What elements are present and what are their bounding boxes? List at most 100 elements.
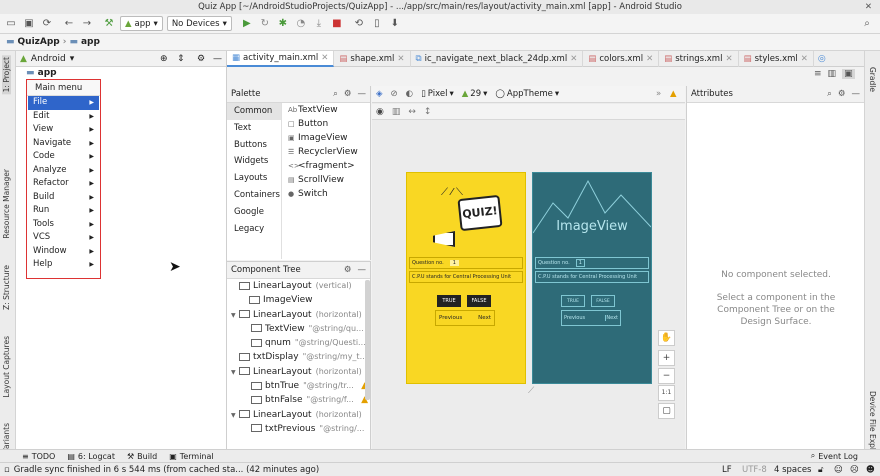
- question-label[interactable]: Question no.: [410, 260, 444, 266]
- tree-row[interactable]: ImageView: [227, 293, 370, 307]
- sync-icon[interactable]: ⟳: [40, 17, 54, 31]
- next-button[interactable]: Next: [478, 315, 494, 321]
- palette-widget[interactable]: ▣ ImageView: [282, 131, 370, 145]
- apply-changes-icon[interactable]: ↻: [258, 17, 272, 31]
- palette-category-layouts[interactable]: Layouts: [227, 170, 281, 187]
- tab-todo[interactable]: ≡ TODO: [22, 452, 55, 461]
- tab-build[interactable]: ⚒ Build: [127, 452, 157, 461]
- hammer-icon[interactable]: ⚒: [102, 17, 116, 31]
- true-button[interactable]: TRUE: [437, 295, 461, 307]
- tab-gradle[interactable]: Gradle: [868, 67, 877, 92]
- run-icon[interactable]: ▶: [240, 17, 254, 31]
- question-num[interactable]: 1: [449, 260, 459, 266]
- smile-icon[interactable]: ☺: [834, 465, 843, 475]
- search-icon[interactable]: ⌕: [860, 17, 874, 31]
- bp-question-label[interactable]: Question no.: [536, 260, 570, 266]
- zoom-actual-icon[interactable]: 1:1: [658, 385, 675, 401]
- minimize-icon[interactable]: —: [358, 265, 367, 275]
- menu-item-code[interactable]: Code ▶: [28, 150, 99, 164]
- tab-event-log[interactable]: ⌕ Event Log: [811, 451, 858, 461]
- night-mode-icon[interactable]: ◐: [406, 89, 413, 99]
- resize-handle-icon[interactable]: ⟋: [528, 386, 534, 396]
- bp-question-text[interactable]: C.P.U stands for Central Processing Unit: [535, 271, 649, 283]
- tree-row[interactable]: LinearLayout (vertical): [227, 279, 370, 293]
- close-icon[interactable]: ✕: [570, 54, 577, 64]
- horizontal-constraint-icon[interactable]: ↔: [408, 107, 416, 117]
- palette-category-widgets[interactable]: Widgets: [227, 153, 281, 170]
- expand-arrow-icon[interactable]: ▼: [231, 309, 239, 323]
- gear-icon[interactable]: ⚙: [344, 265, 352, 275]
- code-view-icon[interactable]: ≡: [814, 69, 822, 79]
- menu-item-navigate[interactable]: Navigate ▶: [28, 137, 99, 151]
- tree-row[interactable]: txtDisplay "@string/my_t...: [227, 350, 370, 364]
- close-icon[interactable]: ✕: [646, 54, 653, 64]
- pan-icon[interactable]: ✋: [658, 330, 675, 346]
- orientation-icon[interactable]: ⊘: [391, 89, 398, 99]
- project-view-select[interactable]: Android: [31, 54, 66, 64]
- avd-manager-icon[interactable]: ▯: [370, 17, 384, 31]
- expand-icon[interactable]: »: [656, 89, 661, 99]
- tree-row[interactable]: btnFalse "@string/f... ▲: [227, 393, 370, 407]
- tab-project[interactable]: 1: Project: [2, 55, 11, 95]
- menu-item-build[interactable]: Build ▶: [28, 191, 99, 205]
- search-icon[interactable]: ⌕: [333, 89, 338, 99]
- palette-widget[interactable]: □ Button: [282, 117, 370, 131]
- close-icon[interactable]: ✕: [801, 54, 808, 64]
- bp-question-num[interactable]: 1: [575, 259, 585, 267]
- close-icon[interactable]: ✕: [865, 0, 872, 14]
- tab-terminal[interactable]: ▣ Terminal: [169, 452, 213, 461]
- collapse-icon[interactable]: ⇕: [177, 54, 185, 64]
- bp-true-button[interactable]: TRUE: [561, 295, 585, 307]
- menu-item-refactor[interactable]: Refactor ▶: [28, 177, 99, 191]
- menu-item-view[interactable]: View ▶: [28, 123, 99, 137]
- close-icon[interactable]: ✕: [725, 54, 732, 64]
- expand-arrow-icon[interactable]: ▼: [231, 366, 239, 380]
- tree-row[interactable]: ▼ LinearLayout (horizontal): [227, 365, 370, 379]
- palette-category-legacy[interactable]: Legacy: [227, 221, 281, 238]
- save-icon[interactable]: ▣: [22, 17, 36, 31]
- gear-icon[interactable]: ⚙: [344, 89, 352, 99]
- quiz-image[interactable]: QUIZ! ⟋ ⁄ ⟍: [421, 183, 517, 257]
- palette-widget[interactable]: ▤ ScrollView: [282, 173, 370, 187]
- split-view-icon[interactable]: ▥: [828, 69, 837, 79]
- tree-row[interactable]: qnum "@string/Questi...: [227, 336, 370, 350]
- gear-icon[interactable]: ⚙: [838, 89, 846, 99]
- theme-select[interactable]: ◯ AppTheme ▾: [495, 89, 559, 99]
- design-preview[interactable]: QUIZ! ⟋ ⁄ ⟍ Question no. 1 C.P.U stands …: [406, 172, 526, 384]
- palette-widget[interactable]: AbTextView: [282, 103, 370, 117]
- indent-setting[interactable]: 4 spaces: [774, 465, 811, 475]
- palette-category-google[interactable]: Google: [227, 204, 281, 221]
- tab-strings[interactable]: ▤ strings.xml ✕: [659, 50, 739, 67]
- api-select[interactable]: ▲ 29 ▾: [462, 89, 488, 99]
- design-view-icon[interactable]: ▣: [842, 69, 855, 79]
- open-folder-icon[interactable]: ▭: [4, 17, 18, 31]
- margin-icon[interactable]: ▥: [392, 107, 401, 117]
- palette-widget[interactable]: <><fragment>: [282, 159, 370, 173]
- menu-item-edit[interactable]: Edit ▶: [28, 110, 99, 124]
- run-config-select[interactable]: ▲ app ▾: [120, 16, 163, 31]
- layers-icon[interactable]: ◈: [376, 89, 383, 99]
- device-select[interactable]: No Devices ▾: [166, 16, 232, 31]
- menu-item-help[interactable]: Help ▶: [28, 258, 99, 272]
- bp-false-button[interactable]: FALSE: [591, 295, 615, 307]
- tree-row[interactable]: TextView "@string/qu...: [227, 322, 370, 336]
- tab-layout-captures[interactable]: Layout Captures: [2, 336, 11, 398]
- expand-arrow-icon[interactable]: ▼: [231, 409, 239, 423]
- menu-item-vcs[interactable]: VCS ▶: [28, 231, 99, 245]
- false-button[interactable]: FALSE: [467, 295, 491, 307]
- sad-icon[interactable]: ☹: [850, 465, 859, 475]
- zoom-out-icon[interactable]: −: [658, 368, 675, 384]
- status-message[interactable]: Gradle sync finished in 6 s 544 ms (from…: [14, 465, 319, 475]
- palette-category-common[interactable]: Common: [227, 103, 281, 120]
- back-icon[interactable]: ←: [62, 17, 76, 31]
- gear-icon[interactable]: ⚙: [197, 54, 205, 64]
- menu-item-tools[interactable]: Tools ▶: [28, 218, 99, 232]
- tab-logcat[interactable]: ▤ 6: Logcat: [67, 452, 115, 461]
- bp-next-button[interactable]: Next: [605, 315, 620, 321]
- tab-ic-navigate-next[interactable]: ⧉ ic_navigate_next_black_24dp.xml ✕: [411, 50, 584, 67]
- menu-item-run[interactable]: Run ▶: [28, 204, 99, 218]
- minimize-icon[interactable]: —: [852, 89, 861, 99]
- close-icon[interactable]: ✕: [321, 53, 328, 63]
- tree-row[interactable]: btnTrue"@string/tr...▲: [227, 379, 370, 393]
- stop-icon[interactable]: ■: [330, 17, 344, 31]
